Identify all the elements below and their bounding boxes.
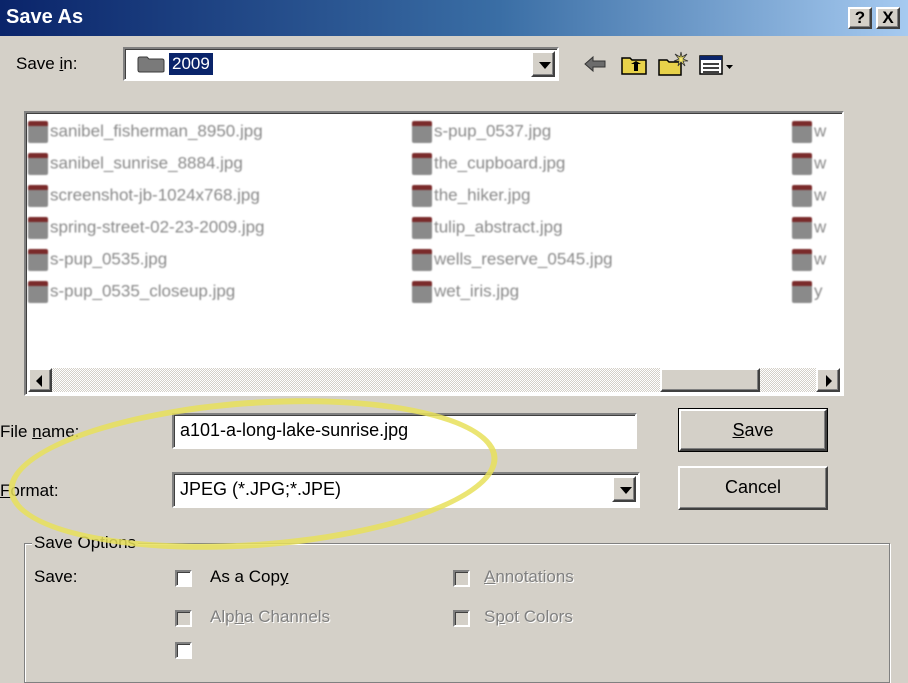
list-item[interactable]: sanibel_fisherman_8950.jpg (28, 121, 263, 145)
list-item[interactable]: sanibel_sunrise_8884.jpg (28, 153, 243, 177)
folder-icon (137, 56, 165, 73)
save-in-dropdown[interactable]: 2009 (123, 47, 559, 81)
save-in-value: 2009 (169, 53, 213, 75)
new-folder-icon[interactable] (657, 50, 689, 78)
scroll-left-button[interactable] (28, 368, 52, 392)
annotations-checkbox[interactable] (453, 570, 470, 587)
image-file-icon (792, 249, 812, 271)
save-options-legend: Save Options (32, 533, 139, 553)
list-item[interactable]: w (792, 121, 826, 145)
list-item[interactable]: w (792, 217, 826, 241)
list-item[interactable]: wells_reserve_0545.jpg (412, 249, 613, 273)
format-value: JPEG (*.JPG;*.JPE) (180, 479, 342, 499)
arrow-left-icon (36, 375, 42, 387)
list-item[interactable]: s-pup_0535.jpg (28, 249, 167, 273)
image-file-icon (792, 281, 812, 303)
spot-colors-checkbox[interactable] (453, 610, 470, 627)
image-file-icon (412, 281, 432, 303)
file-name-label: File name: (0, 422, 80, 441)
close-button[interactable]: X (876, 7, 900, 29)
list-item[interactable]: wet_iris.jpg (412, 281, 519, 305)
cancel-button[interactable]: Cancel (678, 466, 828, 510)
format-label: Format: (0, 481, 59, 500)
image-file-icon (792, 153, 812, 175)
image-file-icon (412, 217, 432, 239)
list-item[interactable]: spring-street-02-23-2009.jpg (28, 217, 265, 241)
save-in-label: Save in: (16, 54, 78, 73)
image-file-icon (412, 249, 432, 271)
image-file-icon (792, 185, 812, 207)
file-name-field[interactable]: a101-a-long-lake-sunrise.jpg (172, 413, 637, 449)
image-file-icon (28, 153, 48, 175)
scroll-thumb[interactable] (660, 368, 760, 392)
spot-colors-label: Spot Colors (484, 607, 573, 626)
image-file-icon (28, 185, 48, 207)
horizontal-scrollbar[interactable] (28, 368, 840, 392)
list-item[interactable]: the_hiker.jpg (412, 185, 530, 209)
alpha-channels-checkbox[interactable] (175, 610, 192, 627)
title-bar[interactable]: Save As ? X (0, 0, 908, 36)
back-arrow-icon[interactable] (582, 50, 608, 78)
partial-checkbox[interactable] (175, 642, 192, 659)
chevron-down-icon[interactable] (531, 51, 555, 77)
list-item[interactable]: y (792, 281, 823, 305)
alpha-channels-label: Alpha Channels (210, 607, 331, 626)
list-item[interactable]: w (792, 185, 826, 209)
as-a-copy-checkbox[interactable] (175, 570, 192, 587)
save-button-face[interactable]: Save (679, 409, 827, 451)
list-item[interactable]: the_cupboard.jpg (412, 153, 565, 177)
save-button[interactable]: Save (678, 408, 828, 452)
image-file-icon (412, 185, 432, 207)
list-item[interactable]: s-pup_0535_closeup.jpg (28, 281, 235, 305)
format-dropdown[interactable]: JPEG (*.JPG;*.JPE) (172, 472, 640, 508)
list-item[interactable]: screenshot-jb-1024x768.jpg (28, 185, 260, 209)
arrow-right-icon (826, 375, 832, 387)
help-button[interactable]: ? (848, 7, 872, 29)
annotations-label: Annotations (484, 567, 574, 586)
image-file-icon (412, 153, 432, 175)
view-menu-icon[interactable] (698, 50, 736, 78)
save-label: Save: (34, 567, 78, 586)
list-item[interactable]: w (792, 249, 826, 273)
image-file-icon (28, 281, 48, 303)
as-a-copy-label: As a Copy (210, 567, 289, 586)
list-item[interactable]: w (792, 153, 826, 177)
up-folder-icon[interactable] (620, 50, 648, 78)
image-file-icon (792, 217, 812, 239)
image-file-icon (28, 121, 48, 143)
image-file-icon (28, 249, 48, 271)
image-file-icon (792, 121, 812, 143)
chevron-down-icon[interactable] (612, 476, 636, 502)
image-file-icon (28, 217, 48, 239)
list-item[interactable]: tulip_abstract.jpg (412, 217, 563, 241)
list-item[interactable]: s-pup_0537.jpg (412, 121, 551, 145)
window-title: Save As (6, 6, 84, 28)
file-list[interactable]: sanibel_fisherman_8950.jpg sanibel_sunri… (24, 111, 844, 396)
image-file-icon (412, 121, 432, 143)
scroll-right-button[interactable] (816, 368, 840, 392)
